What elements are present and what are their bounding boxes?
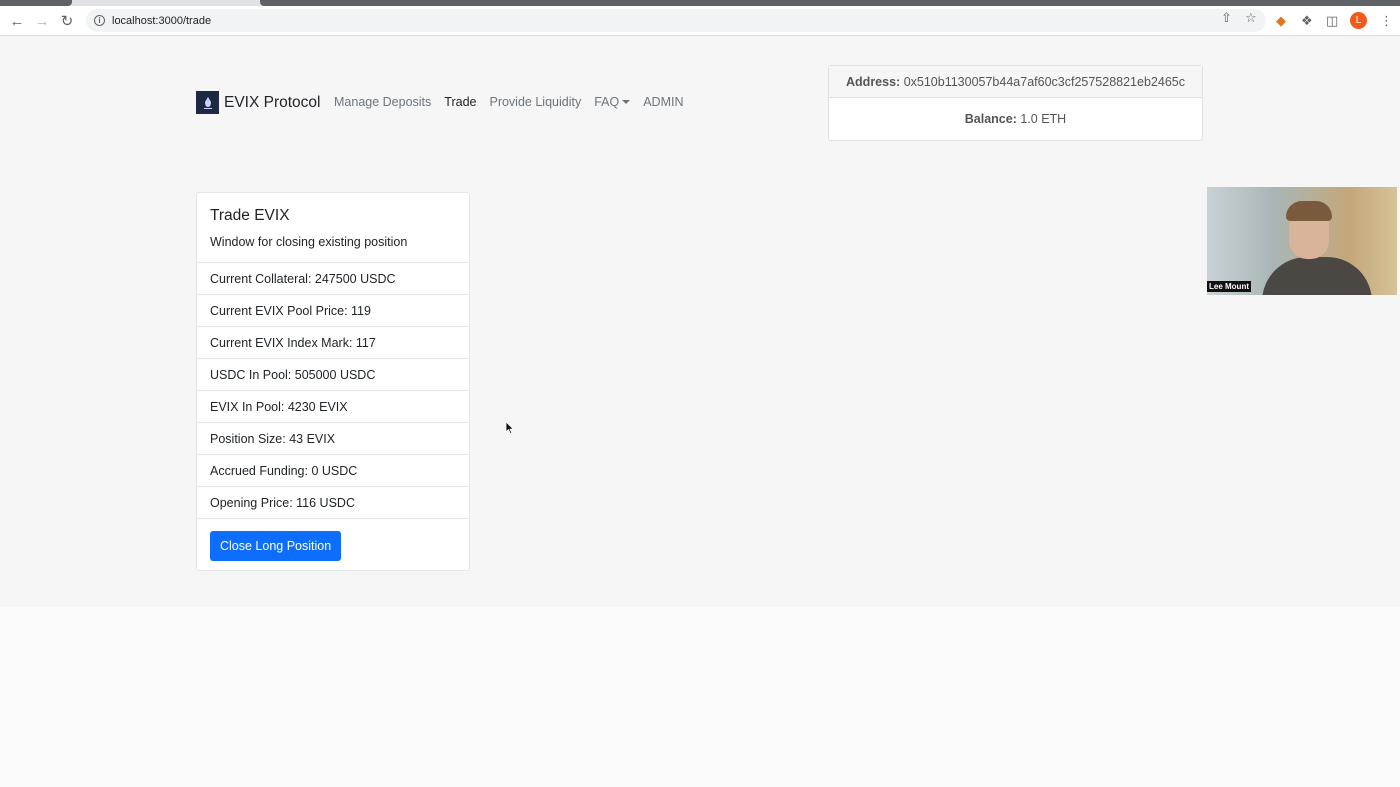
nav-faq-dropdown[interactable]: FAQ: [594, 95, 631, 109]
nav-faq-label: FAQ: [594, 95, 620, 109]
list-item: Current EVIX Pool Price: 119: [197, 295, 469, 327]
balance-label: Balance:: [964, 112, 1017, 126]
nav-admin[interactable]: ADMIN: [643, 95, 683, 109]
nav-trade[interactable]: Trade: [444, 95, 476, 109]
list-item: Current EVIX Index Mark: 117: [197, 327, 469, 359]
card-header: Trade EVIX Window for closing existing p…: [197, 193, 469, 263]
side-panel-icon[interactable]: ◫: [1326, 13, 1338, 29]
star-icon[interactable]: ☆: [1245, 10, 1257, 26]
wallet-address: Address: 0x510b1130057b44a7af60c3cf25752…: [829, 66, 1202, 98]
info-icon[interactable]: i: [94, 15, 105, 26]
brand[interactable]: EVIX Protocol: [196, 91, 321, 114]
address-label: Address:: [846, 74, 901, 89]
list-item: Position Size: 43 EVIX: [197, 423, 469, 455]
list-item: Opening Price: 116 USDC: [197, 487, 469, 519]
video-thumbnail: Lee Mount: [1207, 187, 1397, 295]
wallet-balance: Balance: 1.0 ETH: [829, 98, 1202, 140]
list-item: Current Collateral: 247500 USDC: [197, 263, 469, 295]
url-text: localhost:3000/trade: [112, 14, 212, 27]
address-bar[interactable]: i localhost:3000/trade: [86, 9, 1266, 32]
nav-manage-deposits[interactable]: Manage Deposits: [334, 95, 431, 109]
nav-provide-liquidity[interactable]: Provide Liquidity: [489, 95, 581, 109]
page-bottom-area: [0, 607, 1400, 787]
caret-down-icon: [622, 100, 631, 104]
reload-icon[interactable]: ↻: [56, 10, 78, 32]
page: EVIX Protocol Manage Deposits Trade Prov…: [0, 37, 1400, 787]
puzzle-extension-icon[interactable]: ❖: [1301, 13, 1313, 29]
close-long-position-button[interactable]: Close Long Position: [210, 531, 342, 561]
balance-value: 1.0 ETH: [1020, 112, 1067, 126]
list-item: Accrued Funding: 0 USDC: [197, 455, 469, 487]
forward-arrow-icon[interactable]: →: [31, 10, 53, 32]
button-wrap: Close Long Position: [197, 519, 469, 573]
kebab-menu-icon[interactable]: ⋮: [1380, 12, 1393, 29]
brand-name: EVIX Protocol: [224, 93, 321, 111]
list-item: USDC In Pool: 505000 USDC: [197, 359, 469, 391]
video-name-label: Lee Mount: [1207, 281, 1251, 292]
card-subtitle: Window for closing existing position: [210, 235, 408, 249]
mouse-pointer-icon: [505, 421, 515, 435]
list-item: EVIX In Pool: 4230 EVIX: [197, 391, 469, 423]
wallet-card: Address: 0x510b1130057b44a7af60c3cf25752…: [828, 65, 1203, 141]
profile-avatar[interactable]: L: [1350, 12, 1367, 29]
address-value: 0x510b1130057b44a7af60c3cf257528821eb246…: [903, 74, 1185, 89]
browser-toolbar: ← → ↻ i localhost:3000/trade ⇧ ☆ ◆ ❖ ◫ L…: [0, 6, 1400, 36]
card-title: Trade EVIX: [210, 207, 290, 224]
share-icon[interactable]: ⇧: [1221, 10, 1232, 26]
brand-logo-icon: [196, 91, 219, 114]
person-hair: [1286, 201, 1332, 221]
main-nav: Manage Deposits Trade Provide Liquidity …: [334, 95, 697, 109]
back-arrow-icon[interactable]: ←: [6, 10, 28, 32]
metamask-fox-icon[interactable]: ◆: [1276, 13, 1286, 29]
trade-card: Trade EVIX Window for closing existing p…: [196, 192, 470, 571]
